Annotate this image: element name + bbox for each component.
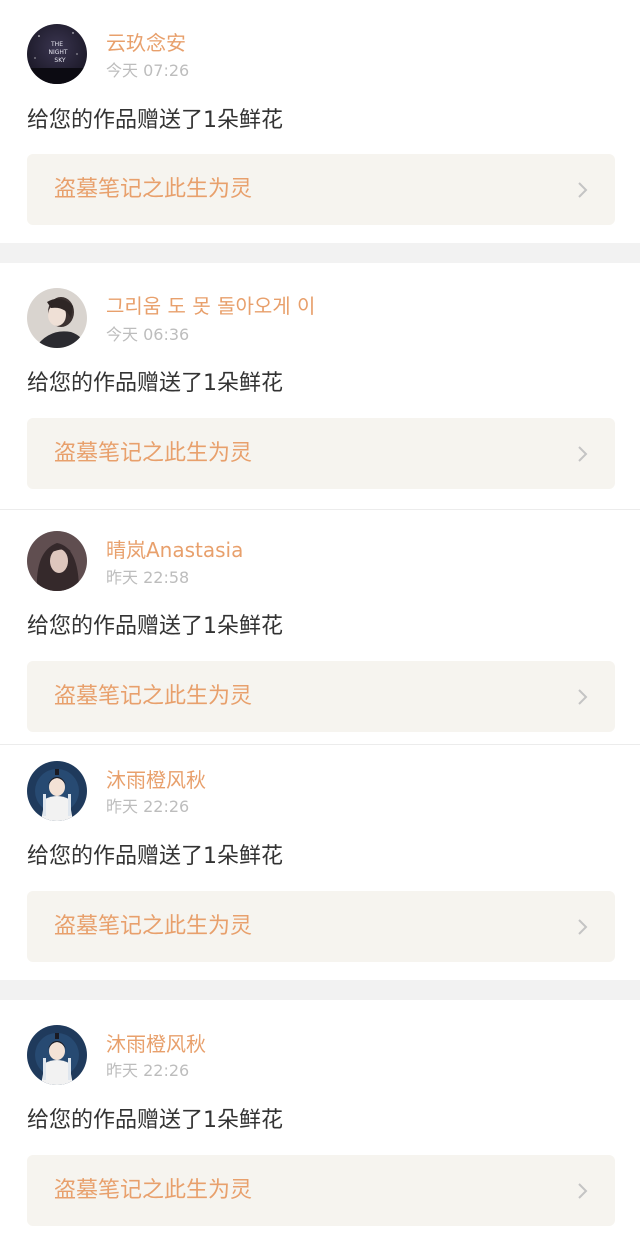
- divider: [0, 509, 640, 510]
- username[interactable]: 沐雨橙风秋: [106, 1031, 206, 1057]
- work-link[interactable]: 盗墓笔记之此生为灵: [27, 418, 615, 489]
- avatar-text: SKY: [54, 57, 66, 64]
- work-title: 盗墓笔记之此生为灵: [54, 177, 253, 202]
- work-title: 盗墓笔记之此生为灵: [54, 441, 253, 466]
- avatar[interactable]: THE NIGHT SKY: [27, 24, 87, 84]
- username[interactable]: 그리움 도 못 돌아오게 이: [106, 293, 315, 319]
- notification-card: 沐雨橙风秋 昨天 22:26 给您的作品赠送了1朵鲜花 盗墓笔记之此生为灵: [0, 744, 640, 980]
- notification-message: 给您的作品赠送了1朵鲜花: [27, 371, 283, 396]
- work-link[interactable]: 盗墓笔记之此生为灵: [27, 154, 615, 225]
- work-title: 盗墓笔记之此生为灵: [54, 914, 253, 939]
- avatar-text: NIGHT: [48, 49, 67, 56]
- chevron-right-icon: [575, 178, 591, 202]
- work-link[interactable]: 盗墓笔记之此生为灵: [27, 661, 615, 732]
- chevron-right-icon: [575, 685, 591, 709]
- work-title: 盗墓笔记之此生为灵: [54, 1178, 253, 1203]
- notification-message: 给您的作品赠送了1朵鲜花: [27, 844, 283, 869]
- timestamp: 昨天 22:26: [106, 1061, 190, 1080]
- notification-message: 给您的作品赠送了1朵鲜花: [27, 1108, 283, 1133]
- work-link[interactable]: 盗墓笔记之此生为灵: [27, 891, 615, 962]
- timestamp: 昨天 22:58: [106, 568, 190, 587]
- portrait-avatar-icon: [27, 531, 87, 591]
- avatar[interactable]: [27, 288, 87, 348]
- notification-card: 沐雨橙风秋 昨天 22:26 给您的作品赠送了1朵鲜花 盗墓笔记之此生为灵: [0, 1000, 640, 1247]
- timestamp: 今天 07:26: [106, 61, 190, 80]
- timestamp: 今天 06:36: [106, 325, 190, 344]
- avatar[interactable]: [27, 531, 87, 591]
- work-link[interactable]: 盗墓笔记之此生为灵: [27, 1155, 615, 1226]
- notification-message: 给您的作品赠送了1朵鲜花: [27, 108, 283, 133]
- notification-feed: THE NIGHT SKY 云玖念安 今天 07:26 给您的作品赠送了1朵鲜花…: [0, 0, 640, 1247]
- portrait-avatar-icon: [27, 288, 87, 348]
- notification-card: 그리움 도 못 돌아오게 이 今天 06:36 给您的作品赠送了1朵鲜花 盗墓笔…: [0, 263, 640, 509]
- username[interactable]: 晴岚Anastasia: [106, 537, 243, 563]
- chevron-right-icon: [575, 915, 591, 939]
- anime-character-avatar-icon: [27, 1025, 87, 1085]
- timestamp: 昨天 22:26: [106, 797, 190, 816]
- chevron-right-icon: [575, 1179, 591, 1203]
- username[interactable]: 云玖念安: [106, 30, 186, 56]
- notification-message: 给您的作品赠送了1朵鲜花: [27, 614, 283, 639]
- notification-card: 晴岚Anastasia 昨天 22:58 给您的作品赠送了1朵鲜花 盗墓笔记之此…: [0, 509, 640, 744]
- username[interactable]: 沐雨橙风秋: [106, 767, 206, 793]
- divider: [0, 744, 640, 745]
- anime-character-avatar-icon: [27, 761, 87, 821]
- night-sky-avatar-icon: THE NIGHT SKY: [27, 24, 87, 84]
- avatar[interactable]: [27, 1025, 87, 1085]
- chevron-right-icon: [575, 442, 591, 466]
- notification-card: THE NIGHT SKY 云玖念安 今天 07:26 给您的作品赠送了1朵鲜花…: [0, 0, 640, 243]
- avatar[interactable]: [27, 761, 87, 821]
- avatar-text: THE: [50, 41, 63, 48]
- work-title: 盗墓笔记之此生为灵: [54, 684, 253, 709]
